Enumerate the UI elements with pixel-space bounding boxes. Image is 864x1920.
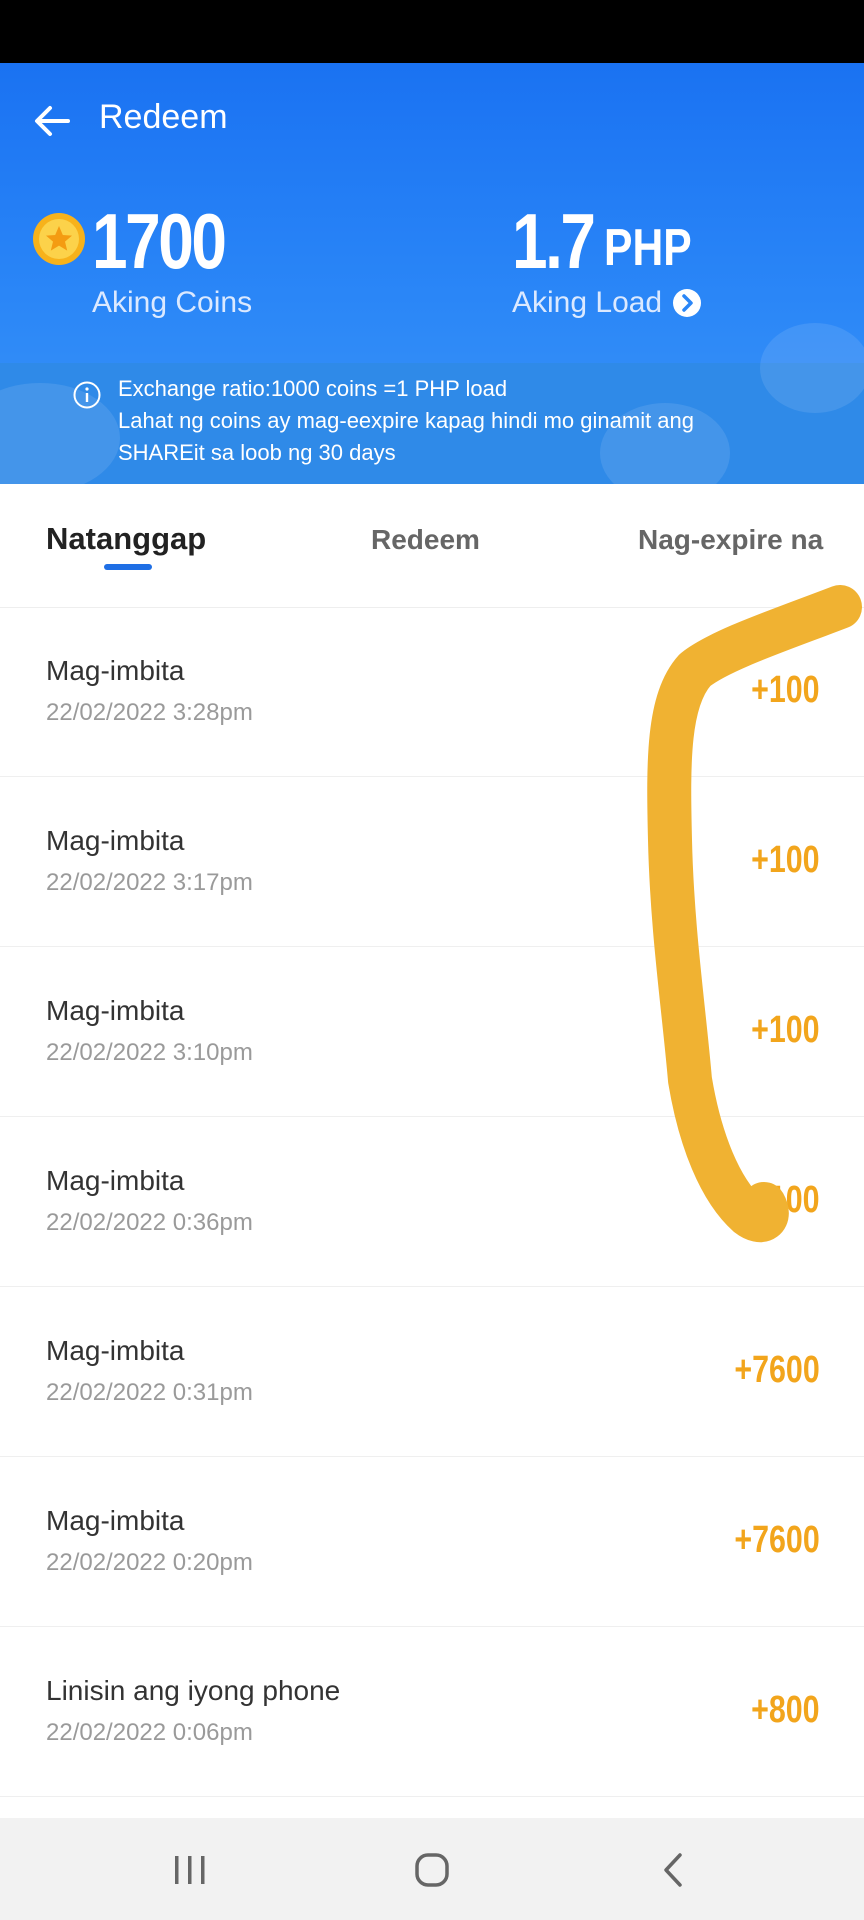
arrow-left-icon[interactable] [30, 99, 74, 143]
item-amount: +100 [751, 1179, 820, 1221]
status-bar [0, 0, 864, 63]
info-text: Exchange ratio:1000 coins =1 PHP load La… [118, 373, 838, 469]
item-date: 22/02/2022 0:36pm [46, 1209, 253, 1236]
header: Redeem 1700 Aking Coins 1.7 PHP Aking Lo… [0, 63, 864, 484]
list-item[interactable]: Mag-imbita 22/02/2022 0:31pm +7600 [0, 1287, 864, 1457]
item-amount: +800 [751, 1689, 820, 1731]
item-date: 22/02/2022 0:20pm [46, 1549, 253, 1576]
item-title: Mag-imbita [46, 1335, 185, 1366]
coins-label: Aking Coins [92, 286, 253, 319]
chevron-right-circle-icon [673, 289, 702, 317]
info-banner: Exchange ratio:1000 coins =1 PHP load La… [0, 323, 864, 484]
expiry-text-line1: Lahat ng coins ay mag-eexpire kapag hind… [118, 408, 695, 433]
item-date: 22/02/2022 3:17pm [46, 869, 253, 896]
list-item[interactable]: Mag-imbita 22/02/2022 3:17pm +100 [0, 777, 864, 947]
item-date: 22/02/2022 0:06pm [46, 1719, 253, 1746]
item-title: Mag-imbita [46, 655, 185, 686]
system-nav-bar [0, 1818, 864, 1920]
load-unit: PHP [604, 219, 692, 277]
transaction-list: Mag-imbita 22/02/2022 3:28pm +100 Mag-im… [0, 607, 864, 1797]
tab-redeem[interactable]: Redeem [371, 524, 480, 556]
item-title: Mag-imbita [46, 825, 185, 856]
page-title: Redeem [99, 98, 228, 136]
item-date: 22/02/2022 0:31pm [46, 1379, 253, 1406]
item-amount: +100 [751, 669, 820, 711]
list-item[interactable]: Linisin ang iyong phone 22/02/2022 0:06p… [0, 1627, 864, 1797]
item-amount: +7600 [734, 1519, 820, 1561]
item-title: Linisin ang iyong phone [46, 1675, 341, 1706]
list-item[interactable]: Mag-imbita 22/02/2022 3:28pm +100 [0, 607, 864, 777]
load-value: 1.7 [512, 197, 596, 285]
item-date: 22/02/2022 3:10pm [46, 1039, 253, 1066]
chevron-left-icon[interactable] [652, 1848, 696, 1892]
tab-bar: Natanggap Redeem Nag-expire na [0, 484, 864, 608]
item-amount: +100 [751, 1009, 820, 1051]
expiry-text-line2: SHAREit sa loob ng 30 days [118, 440, 396, 465]
tab-nag-expire-na[interactable]: Nag-expire na [638, 524, 823, 556]
coins-value: 1700 [92, 197, 227, 285]
exchange-ratio-text: Exchange ratio:1000 coins =1 PHP load [118, 376, 508, 401]
list-item[interactable]: Mag-imbita 22/02/2022 0:36pm +100 [0, 1117, 864, 1287]
item-title: Mag-imbita [46, 1505, 185, 1536]
item-title: Mag-imbita [46, 995, 185, 1026]
home-icon[interactable] [410, 1848, 454, 1892]
recent-apps-icon[interactable] [168, 1848, 212, 1892]
item-title: Mag-imbita [46, 1165, 185, 1196]
tab-natanggap[interactable]: Natanggap [46, 521, 206, 557]
item-amount: +7600 [734, 1349, 820, 1391]
tab-indicator [104, 564, 152, 570]
load-label: Aking Load [512, 286, 663, 319]
info-icon [73, 381, 101, 409]
coin-icon [33, 213, 85, 265]
item-date: 22/02/2022 3:28pm [46, 699, 253, 726]
load-link[interactable]: Aking Load [512, 286, 702, 320]
item-amount: +100 [751, 839, 820, 881]
decorative-blob [0, 383, 120, 484]
list-item[interactable]: Mag-imbita 22/02/2022 0:20pm +7600 [0, 1457, 864, 1627]
list-item[interactable]: Mag-imbita 22/02/2022 3:10pm +100 [0, 947, 864, 1117]
